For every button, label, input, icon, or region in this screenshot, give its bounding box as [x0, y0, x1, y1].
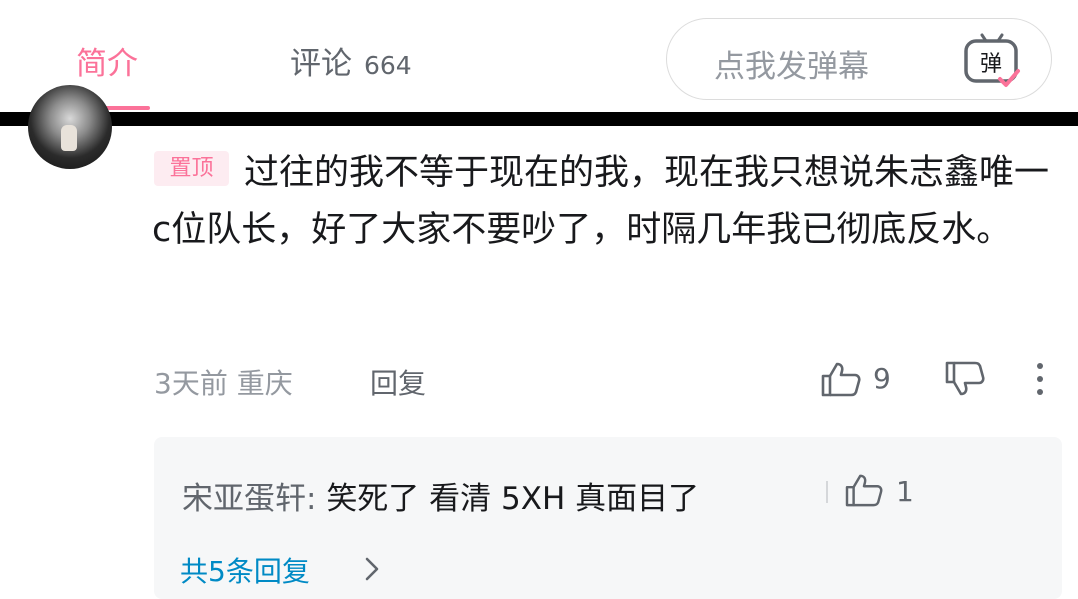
thumbs-up-icon[interactable] [820, 361, 862, 397]
thumbs-up-icon[interactable] [844, 473, 884, 507]
reply-divider [826, 481, 828, 503]
danmaku-icon-glyph: 弹 [980, 52, 1002, 77]
reply-item[interactable]: 宋亚蛋轩: 笑死了 看清 5XH 真面目了 [182, 473, 699, 518]
chevron-right-icon[interactable] [365, 557, 379, 581]
user-avatar[interactable] [28, 85, 112, 169]
reply-like-count: 1 [896, 475, 914, 508]
reply-username[interactable]: 宋亚蛋轩: [182, 481, 316, 517]
comment-location: 重庆 [236, 367, 293, 400]
tab-comments[interactable]: 评论 664 [290, 38, 412, 83]
comments-count: 664 [364, 51, 412, 80]
more-vertical-icon[interactable] [1030, 361, 1050, 397]
reply-text: 笑死了 看清 5XH 真面目了 [326, 481, 700, 517]
danmaku-placeholder: 点我发弹幕 [714, 49, 869, 85]
comment-time: 3天前 [154, 367, 228, 400]
reply-button[interactable]: 回复 [370, 362, 426, 402]
divider-bar [0, 112, 1078, 126]
tab-comments-label: 评论 [290, 46, 352, 82]
like-count: 9 [873, 362, 891, 395]
comment-meta: 3天前 重庆 [154, 362, 293, 402]
thumbs-down-icon[interactable] [944, 361, 986, 397]
video-tab-bar: 简介 评论 664 点我发弹幕 弹 [0, 0, 1078, 112]
view-more-replies-link[interactable]: 共5条回复 [180, 550, 310, 590]
tab-intro[interactable]: 简介 [76, 38, 138, 83]
danmaku-input[interactable]: 点我发弹幕 弹 [666, 18, 1052, 100]
comment-text: 过往的我不等于现在的我，现在我只想说朱志鑫唯一c位队长，好了大家不要吵了，时隔几… [152, 153, 1050, 250]
replies-preview: 宋亚蛋轩: 笑死了 看清 5XH 真面目了 1 共5条回复 [154, 437, 1062, 599]
danmaku-toggle-icon[interactable]: 弹 [960, 29, 1024, 93]
avatar-figure [61, 125, 77, 151]
